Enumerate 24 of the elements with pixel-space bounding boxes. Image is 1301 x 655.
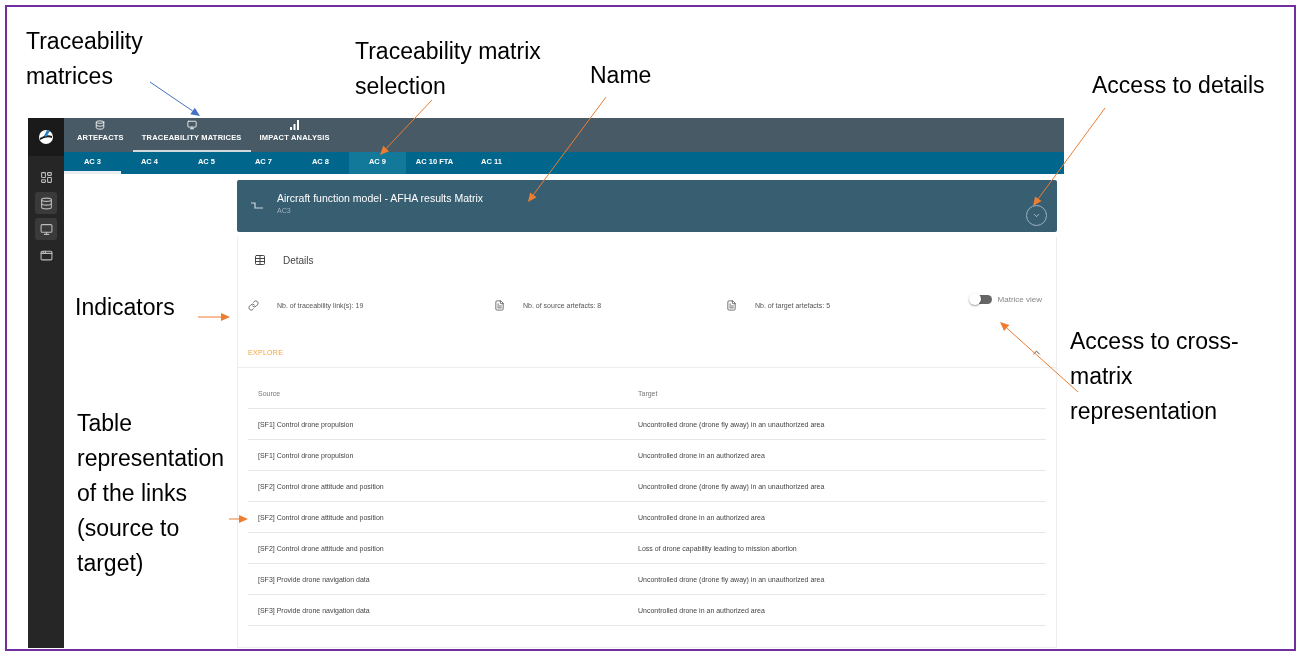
annotation-text: Access to details — [1092, 71, 1265, 100]
table-icon — [254, 254, 266, 266]
monitor-icon — [186, 120, 197, 131]
arrow — [380, 99, 433, 155]
annotation-text: Traceability matrix selection — [355, 37, 541, 101]
toggle-switch[interactable] — [969, 294, 992, 304]
annotation-text: Traceability matrices — [26, 27, 143, 91]
arrow — [228, 515, 248, 523]
annotation-text: Indicators — [75, 293, 175, 322]
database-icon — [95, 120, 106, 131]
bar-chart-icon — [289, 120, 301, 131]
file-icon — [494, 299, 505, 311]
details-title: Details — [283, 254, 314, 266]
logo-icon — [38, 129, 54, 145]
step-line-icon — [251, 202, 263, 210]
toggle-label: Matrice view — [997, 294, 1042, 304]
link-icon — [248, 299, 259, 311]
annotation-text: Access to cross- matrix representation — [1070, 327, 1239, 426]
file-icon — [726, 299, 737, 311]
annotation-text: Table representation of the links (source to target) — [77, 409, 225, 578]
arrow — [149, 81, 200, 116]
arrow — [197, 313, 230, 321]
annotation-text: Name — [590, 61, 652, 90]
matrix-title: Aircraft function model - AFHA results Matrix — [277, 192, 484, 204]
